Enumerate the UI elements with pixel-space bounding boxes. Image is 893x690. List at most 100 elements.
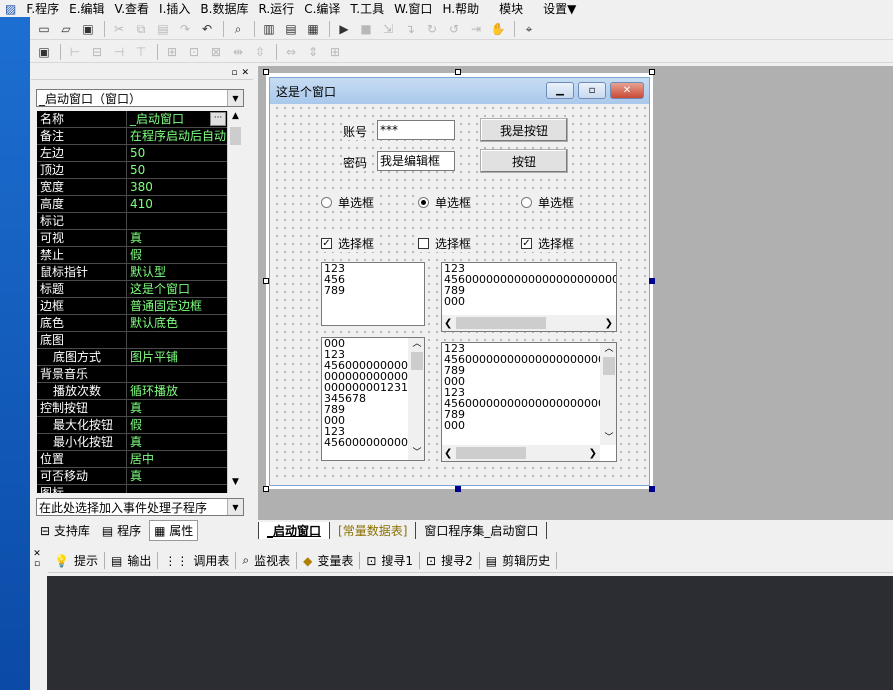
paste-icon[interactable]: ▤ <box>153 20 173 38</box>
property-row[interactable]: 可视真 <box>37 230 227 247</box>
primary-button[interactable]: 我是按钮 <box>480 118 568 142</box>
undo-icon[interactable]: ↶ <box>197 20 217 38</box>
resize-handle[interactable] <box>263 278 269 284</box>
checkbox-3[interactable]: ✓ 选择框 <box>521 235 577 252</box>
property-row[interactable]: 名称 _启动窗口 <box>37 111 227 128</box>
radio-2[interactable]: 单选框 <box>418 194 474 211</box>
property-value[interactable] <box>127 213 227 229</box>
scroll-down-icon[interactable]: ﹀ <box>604 433 613 444</box>
tab-call-stack[interactable]: ⋮⋮ 调用表 <box>158 552 237 569</box>
listbox-2[interactable]: 123 45600000000000000000000000000 789 00… <box>441 262 617 332</box>
object-combo[interactable]: _启动窗口（窗口） ▼ <box>36 89 244 107</box>
menu-settings[interactable]: 设置▼ <box>538 0 581 17</box>
scroll-right-icon[interactable]: ❯ <box>605 318 613 329</box>
scroll-up-icon[interactable]: ︿ <box>412 339 421 350</box>
resize-handle[interactable] <box>263 486 269 492</box>
scroll-thumb[interactable] <box>230 127 241 145</box>
tab-clip-history[interactable]: ▤ 剪辑历史 <box>480 552 558 569</box>
tab-watch[interactable]: ⌕ 监视表 <box>236 552 298 569</box>
cut-icon[interactable]: ✂ <box>109 20 129 38</box>
property-row[interactable]: 顶边 50 <box>37 162 227 179</box>
menu-tools[interactable]: T.工具 <box>345 0 389 17</box>
list-item[interactable]: 000 <box>442 420 616 431</box>
property-value[interactable]: 真 <box>127 230 227 246</box>
property-value[interactable] <box>127 332 227 348</box>
property-row[interactable]: 备注 在程序启动后自动 <box>37 128 227 145</box>
menu-edit[interactable]: E.编辑 <box>64 0 109 17</box>
save-icon[interactable]: ▣ <box>78 20 98 38</box>
horizontal-scrollbar[interactable]: ❮ ❯ <box>442 445 600 461</box>
ellipsis-button[interactable]: ··· <box>210 112 226 126</box>
tab-start-window[interactable]: _启动窗口 <box>258 522 331 539</box>
layout-1-icon[interactable]: ▥ <box>259 20 279 38</box>
stop-icon[interactable]: ■ <box>356 20 376 38</box>
same-size-icon[interactable]: ⊠ <box>206 43 226 61</box>
tab-program[interactable]: ▤ 程序 <box>98 522 145 539</box>
new-file-icon[interactable]: ▭ <box>34 20 54 38</box>
property-row[interactable]: 背景音乐 <box>37 366 227 383</box>
resize-handle[interactable] <box>263 69 269 75</box>
property-scrollbar[interactable]: ▲ ▼ <box>227 111 243 493</box>
step-out-icon[interactable]: ↺ <box>444 20 464 38</box>
property-row[interactable]: 最小化按钮真 <box>37 434 227 451</box>
checkbox-2[interactable]: 选择框 <box>418 235 474 252</box>
property-value[interactable]: 循环播放 <box>127 383 227 399</box>
property-value[interactable]: 380 <box>127 179 227 195</box>
menu-compile[interactable]: C.编译 <box>299 0 345 17</box>
binoculars-icon[interactable]: ⌖ <box>519 20 539 38</box>
property-value[interactable]: 50 <box>127 145 227 161</box>
property-row[interactable]: 底色 默认底色 <box>37 315 227 332</box>
tab-search1[interactable]: ⊡ 搜寻1 <box>360 552 421 569</box>
property-value[interactable]: 图片平铺 <box>127 349 227 365</box>
scroll-thumb[interactable] <box>411 352 423 370</box>
event-combo[interactable]: 在此处选择加入事件处理子程序 ▼ <box>36 498 244 516</box>
tab-search2[interactable]: ⊡ 搜寻2 <box>420 552 480 569</box>
property-value[interactable]: 普通固定边框 <box>127 298 227 314</box>
list-item[interactable]: 45600000000000000000000000000 <box>442 398 616 409</box>
menu-run[interactable]: R.运行 <box>253 0 299 17</box>
tab-hint[interactable]: 💡 提示 <box>48 552 105 569</box>
property-value[interactable]: 50 <box>127 162 227 178</box>
scroll-thumb[interactable] <box>603 357 615 375</box>
property-row[interactable]: 高度 410 <box>37 196 227 213</box>
vertical-scrollbar[interactable]: ︿ ﹀ <box>600 343 616 445</box>
menu-module[interactable]: 模块 <box>494 0 528 17</box>
vertical-scrollbar[interactable]: ︿ ﹀ <box>408 338 424 460</box>
scroll-left-icon[interactable]: ❮ <box>444 448 452 459</box>
scroll-up-icon[interactable]: ▲ <box>228 111 243 127</box>
redo-icon[interactable]: ↷ <box>175 20 195 38</box>
property-row[interactable]: 标记 <box>37 213 227 230</box>
property-row[interactable]: 边框 普通固定边框 <box>37 298 227 315</box>
radio-3[interactable]: 单选框 <box>521 194 577 211</box>
property-row[interactable]: 左边 50 <box>37 145 227 162</box>
same-height-icon[interactable]: ⊡ <box>184 43 204 61</box>
close-window-icon[interactable]: ✕ <box>610 82 644 99</box>
property-row[interactable]: 位置 居中 <box>37 451 227 468</box>
scroll-thumb[interactable] <box>456 447 527 459</box>
scroll-thumb[interactable] <box>456 317 547 329</box>
property-row[interactable]: 鼠标指针 默认型 <box>37 264 227 281</box>
output-pane[interactable] <box>47 576 893 690</box>
designed-window[interactable]: 这是个窗口 ▁ ▫ ✕ 账号 *** 我是按钮 密码 我是编辑框 按钮 单选框 … <box>269 77 650 486</box>
property-row[interactable]: 最大化按钮假 <box>37 417 227 434</box>
property-value[interactable]: 假 <box>127 247 227 263</box>
list-item[interactable]: 789 <box>442 409 616 420</box>
property-value[interactable]: 假 <box>127 417 227 433</box>
align-center-icon[interactable]: ⊟ <box>87 43 107 61</box>
resize-handle[interactable] <box>455 486 461 492</box>
property-value[interactable]: 真 <box>127 434 227 450</box>
menu-view[interactable]: V.查看 <box>110 0 154 17</box>
tab-library[interactable]: ⊟ 支持库 <box>36 522 94 539</box>
scroll-up-icon[interactable]: ︿ <box>604 344 613 355</box>
property-row[interactable]: 控制按钮真 <box>37 400 227 417</box>
chevron-down-icon[interactable]: ▼ <box>227 499 243 515</box>
list-item[interactable]: 789 <box>442 285 616 296</box>
property-value[interactable]: 默认型 <box>127 264 227 280</box>
secondary-button[interactable]: 按钮 <box>480 149 568 173</box>
property-row[interactable]: 播放次数 循环播放 <box>37 383 227 400</box>
list-item[interactable]: 45600000000000000000000000000 <box>442 354 616 365</box>
property-row[interactable]: 可否移动真 <box>37 468 227 485</box>
step-icon[interactable]: ⇲ <box>378 20 398 38</box>
property-value[interactable]: 真 <box>127 400 227 416</box>
listbox-4[interactable]: 123 45600000000000000000000000000 789 00… <box>441 342 617 462</box>
